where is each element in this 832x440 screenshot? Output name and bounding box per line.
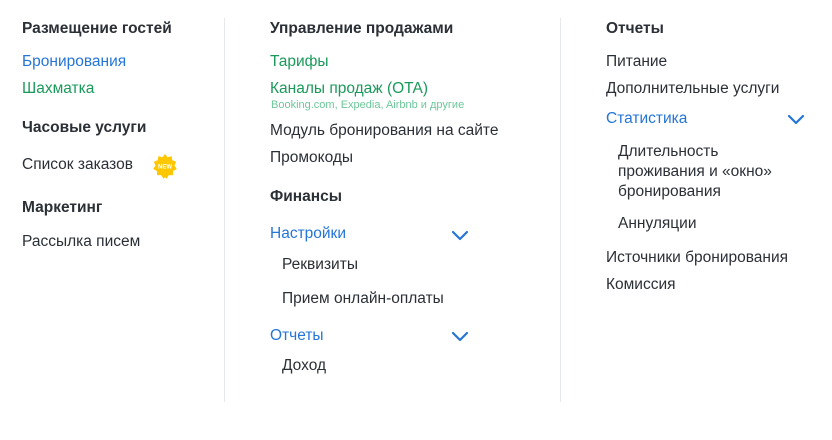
heading-sales-management: Управление продажами	[270, 20, 454, 37]
sales-channels-subtitle: Booking.com, Expedia, Airbnb и другие	[271, 99, 465, 111]
menu-item-online-payment[interactable]: Прием онлайн-оплаты	[282, 290, 444, 308]
menu-item-food[interactable]: Питание	[606, 53, 667, 71]
menu-item-reports-finance[interactable]: Отчеты	[270, 327, 324, 345]
menu-item-extra-services[interactable]: Дополнительные услуги	[606, 80, 779, 98]
menu-item-bookings[interactable]: Бронирования	[22, 53, 126, 71]
menu-item-order-list[interactable]: Список заказов	[22, 156, 133, 174]
menu-item-statistics[interactable]: Статистика	[606, 110, 687, 128]
menu-item-booking-module[interactable]: Модуль бронирования на сайте	[270, 122, 498, 140]
menu-item-chessboard[interactable]: Шахматка	[22, 80, 94, 98]
menu-item-promocodes[interactable]: Промокоды	[270, 149, 353, 167]
heading-reports: Отчеты	[606, 20, 664, 37]
menu-item-mailing[interactable]: Рассылка писем	[22, 233, 140, 251]
menu-item-commission[interactable]: Комиссия	[606, 276, 676, 294]
new-badge-icon: NEW	[153, 154, 177, 179]
column-divider-1	[224, 18, 225, 402]
new-badge-label: NEW	[158, 165, 172, 171]
menu-item-sales-channels[interactable]: Каналы продаж (OTA)	[270, 80, 428, 98]
chevron-down-icon[interactable]	[787, 113, 805, 125]
menu-item-tariffs[interactable]: Тарифы	[270, 53, 329, 71]
menu-item-cancellations[interactable]: Аннуляции	[618, 215, 697, 233]
heading-hourly-services: Часовые услуги	[22, 119, 147, 136]
menu-item-booking-sources[interactable]: Источники бронирования	[606, 249, 788, 267]
chevron-down-icon[interactable]	[451, 330, 469, 342]
chevron-down-icon[interactable]	[451, 229, 469, 241]
menu-item-stay-duration[interactable]: Длительность проживания и «окно» брониро…	[618, 142, 803, 202]
heading-guest-accommodation: Размещение гостей	[22, 20, 172, 37]
heading-marketing: Маркетинг	[22, 199, 103, 216]
menu-item-settings[interactable]: Настройки	[270, 225, 346, 243]
column-divider-2	[560, 18, 561, 402]
heading-finance: Финансы	[270, 188, 342, 205]
menu-item-income[interactable]: Доход	[282, 357, 326, 375]
menu-item-requisites[interactable]: Реквизиты	[282, 256, 358, 274]
